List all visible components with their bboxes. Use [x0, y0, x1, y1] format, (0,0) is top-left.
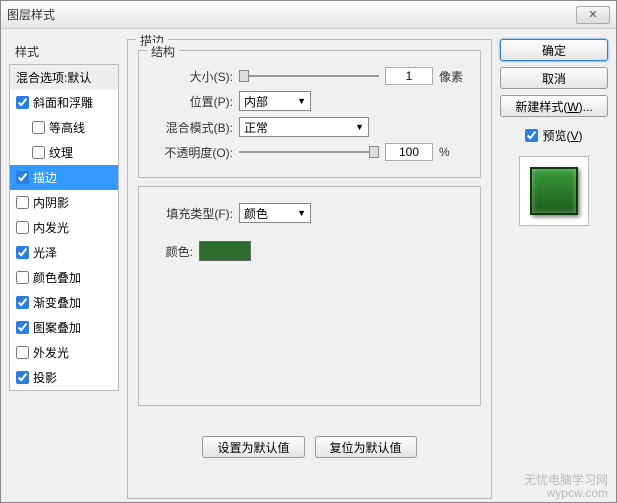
color-swatch[interactable]	[199, 241, 251, 261]
styles-list: 混合选项:默认 斜面和浮雕等高线纹理描边内阴影内发光光泽颜色叠加渐变叠加图案叠加…	[9, 64, 119, 391]
style-label: 颜色叠加	[33, 269, 81, 286]
style-checkbox[interactable]	[32, 146, 45, 159]
style-checkbox[interactable]	[16, 196, 29, 209]
blending-options-label: 混合选项:默认	[16, 69, 91, 86]
cancel-button[interactable]: 取消	[500, 67, 608, 89]
style-checkbox[interactable]	[16, 321, 29, 334]
style-item-2[interactable]: 纹理	[10, 140, 118, 165]
style-checkbox[interactable]	[16, 96, 29, 109]
fill-type-dropdown[interactable]: 颜色 ▼	[239, 203, 311, 223]
preview-toggle[interactable]: 预览(V)	[500, 127, 608, 144]
styles-header: 样式	[9, 39, 119, 64]
color-label: 颜色:	[149, 243, 193, 260]
structure-legend: 结构	[147, 43, 179, 60]
style-label: 内阴影	[33, 194, 69, 211]
style-item-7[interactable]: 颜色叠加	[10, 265, 118, 290]
structure-fieldset: 结构 大小(S): 像素 位置(P): 内部	[138, 50, 481, 178]
style-checkbox[interactable]	[16, 296, 29, 309]
new-style-button[interactable]: 新建样式(W)...	[500, 95, 608, 117]
blend-mode-dropdown[interactable]: 正常 ▼	[239, 117, 369, 137]
fill-type-value: 颜色	[244, 205, 268, 222]
style-checkbox[interactable]	[16, 346, 29, 359]
close-button[interactable]: ✕	[576, 6, 610, 24]
titlebar: 图层样式 ✕	[1, 1, 616, 29]
chevron-down-icon: ▼	[297, 96, 306, 106]
effect-settings-panel: 描边 结构 大小(S): 像素 位置(P):	[127, 39, 492, 492]
right-panel: 确定 取消 新建样式(W)... 预览(V)	[500, 39, 608, 492]
style-label: 投影	[33, 369, 57, 386]
style-label: 图案叠加	[33, 319, 81, 336]
style-item-11[interactable]: 投影	[10, 365, 118, 390]
style-item-8[interactable]: 渐变叠加	[10, 290, 118, 315]
opacity-slider[interactable]	[239, 144, 379, 160]
style-checkbox[interactable]	[16, 271, 29, 284]
watermark: 无忧电脑学习网 wypcw.com	[524, 474, 608, 500]
size-label: 大小(S):	[149, 68, 233, 85]
chevron-down-icon: ▼	[355, 122, 364, 132]
style-item-10[interactable]: 外发光	[10, 340, 118, 365]
blending-options-row[interactable]: 混合选项:默认	[10, 65, 118, 90]
position-label: 位置(P):	[149, 93, 233, 110]
style-label: 斜面和浮雕	[33, 94, 93, 111]
opacity-label: 不透明度(O):	[149, 144, 233, 161]
styles-panel: 样式 混合选项:默认 斜面和浮雕等高线纹理描边内阴影内发光光泽颜色叠加渐变叠加图…	[9, 39, 119, 492]
preview-checkbox[interactable]	[525, 129, 538, 142]
style-checkbox[interactable]	[16, 371, 29, 384]
blend-mode-value: 正常	[244, 119, 268, 136]
reset-default-button[interactable]: 复位为默认值	[315, 436, 417, 458]
new-style-label: 新建样式(W)...	[515, 98, 592, 115]
style-label: 内发光	[33, 219, 69, 236]
size-unit: 像素	[439, 68, 463, 85]
style-item-9[interactable]: 图案叠加	[10, 315, 118, 340]
size-input[interactable]	[385, 67, 433, 85]
preview-thumbnail	[530, 167, 578, 215]
style-checkbox[interactable]	[32, 121, 45, 134]
size-slider[interactable]	[239, 68, 379, 84]
style-checkbox[interactable]	[16, 246, 29, 259]
style-label: 外发光	[33, 344, 69, 361]
style-item-3[interactable]: 描边	[10, 165, 118, 190]
blend-mode-label: 混合模式(B):	[149, 119, 233, 136]
opacity-input[interactable]	[385, 143, 433, 161]
fill-type-label: 填充类型(F):	[149, 205, 233, 222]
dialog-title: 图层样式	[7, 6, 576, 23]
layer-style-dialog: 图层样式 ✕ 样式 混合选项:默认 斜面和浮雕等高线纹理描边内阴影内发光光泽颜色…	[0, 0, 617, 503]
style-item-0[interactable]: 斜面和浮雕	[10, 90, 118, 115]
set-default-button[interactable]: 设置为默认值	[202, 436, 304, 458]
preview-box	[519, 156, 589, 226]
style-label: 光泽	[33, 244, 57, 261]
style-label: 纹理	[49, 144, 73, 161]
chevron-down-icon: ▼	[297, 208, 306, 218]
style-label: 描边	[33, 169, 57, 186]
ok-button[interactable]: 确定	[500, 39, 608, 61]
opacity-unit: %	[439, 145, 450, 159]
style-item-1[interactable]: 等高线	[10, 115, 118, 140]
style-item-5[interactable]: 内发光	[10, 215, 118, 240]
style-label: 等高线	[49, 119, 85, 136]
style-item-6[interactable]: 光泽	[10, 240, 118, 265]
style-checkbox[interactable]	[16, 221, 29, 234]
position-value: 内部	[244, 93, 268, 110]
position-dropdown[interactable]: 内部 ▼	[239, 91, 311, 111]
fill-fieldset: 填充类型(F): 颜色 ▼ 颜色:	[138, 186, 481, 406]
preview-label: 预览(V)	[542, 127, 582, 144]
style-item-4[interactable]: 内阴影	[10, 190, 118, 215]
stroke-fieldset: 描边 结构 大小(S): 像素 位置(P):	[127, 39, 492, 499]
style-checkbox[interactable]	[16, 171, 29, 184]
style-label: 渐变叠加	[33, 294, 81, 311]
